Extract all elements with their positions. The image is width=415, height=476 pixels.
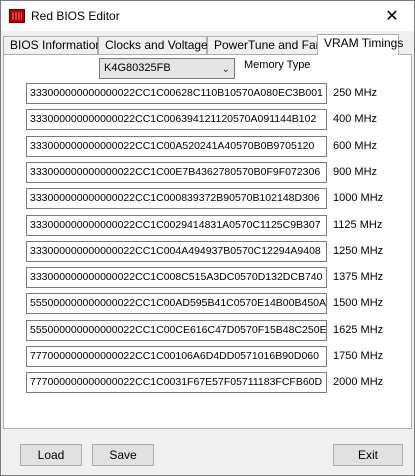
app-icon [9, 9, 25, 23]
timing-strap-field[interactable]: 333000000000000022CC1C000839372B90570B10… [26, 188, 327, 209]
timing-frequency-label: 1500 MHz [333, 297, 384, 309]
timing-strap-field[interactable]: 333000000000000022CC1C004A494937B0570C12… [26, 241, 327, 262]
exit-button[interactable]: Exit [333, 444, 403, 466]
main-window: Red BIOS Editor ✕ BIOS Information Clock… [0, 0, 415, 476]
close-icon[interactable]: ✕ [370, 1, 414, 31]
timing-strap-field[interactable]: 555000000000000022CC1C00CE616C47D0570F15… [26, 320, 327, 341]
timing-strap-field[interactable]: 777000000000000022CC1C00106A6D4DD0571016… [26, 346, 327, 367]
memory-type-label: Memory Type [244, 59, 311, 71]
timing-frequency-label: 1750 MHz [333, 350, 384, 362]
timing-strap-field[interactable]: 333000000000000022CC1C00A520241A40570B0B… [26, 136, 327, 157]
timing-strap-field[interactable]: 333000000000000022CC1C00E7B4362780570B0F… [26, 162, 327, 183]
tab-clocks-and-voltages[interactable]: Clocks and Voltages [98, 36, 214, 55]
timing-strap-field[interactable]: 333000000000000022CC1C006394121120570A09… [26, 109, 327, 130]
tab-bios-information[interactable]: BIOS Information [3, 36, 102, 55]
title-bar: Red BIOS Editor ✕ [1, 1, 414, 31]
window-title: Red BIOS Editor [31, 9, 120, 23]
save-button[interactable]: Save [92, 444, 154, 466]
timing-frequency-label: 600 MHz [333, 140, 378, 152]
timing-strap-field[interactable]: 333000000000000022CC1C008C515A3DC0570D13… [26, 267, 327, 288]
timing-frequency-label: 2000 MHz [333, 376, 384, 388]
timing-frequency-label: 1000 MHz [333, 192, 384, 204]
timing-frequency-label: 1625 MHz [333, 324, 384, 336]
timing-frequency-label: 900 MHz [333, 166, 378, 178]
timing-strap-field[interactable]: 777000000000000022CC1C0031F67E57F0571118… [26, 372, 327, 393]
timing-strap-field[interactable]: 333000000000000022CC1C00628C110B10570A08… [26, 83, 327, 104]
tab-powertune-and-fans[interactable]: PowerTune and Fans [207, 36, 328, 55]
timing-frequency-label: 1375 MHz [333, 271, 384, 283]
timing-strap-field[interactable]: 555000000000000022CC1C00AD595B41C0570E14… [26, 293, 327, 314]
timing-frequency-label: 250 MHz [333, 87, 378, 99]
tab-vram-timings[interactable]: VRAM Timings [317, 34, 403, 55]
timing-frequency-label: 400 MHz [333, 113, 378, 125]
chevron-down-icon: ⌄ [221, 64, 230, 75]
timing-frequency-label: 1250 MHz [333, 245, 384, 257]
timing-strap-field[interactable]: 333000000000000022CC1C0029414831A0570C11… [26, 215, 327, 236]
timing-frequency-label: 1125 MHz [333, 219, 383, 231]
memory-type-selected: K4G80325FB [104, 62, 171, 74]
tab-strip: BIOS Information Clocks and Voltages Pow… [3, 34, 412, 55]
memory-type-dropdown[interactable]: K4G80325FB ⌄ [99, 58, 235, 79]
load-button[interactable]: Load [20, 444, 82, 466]
